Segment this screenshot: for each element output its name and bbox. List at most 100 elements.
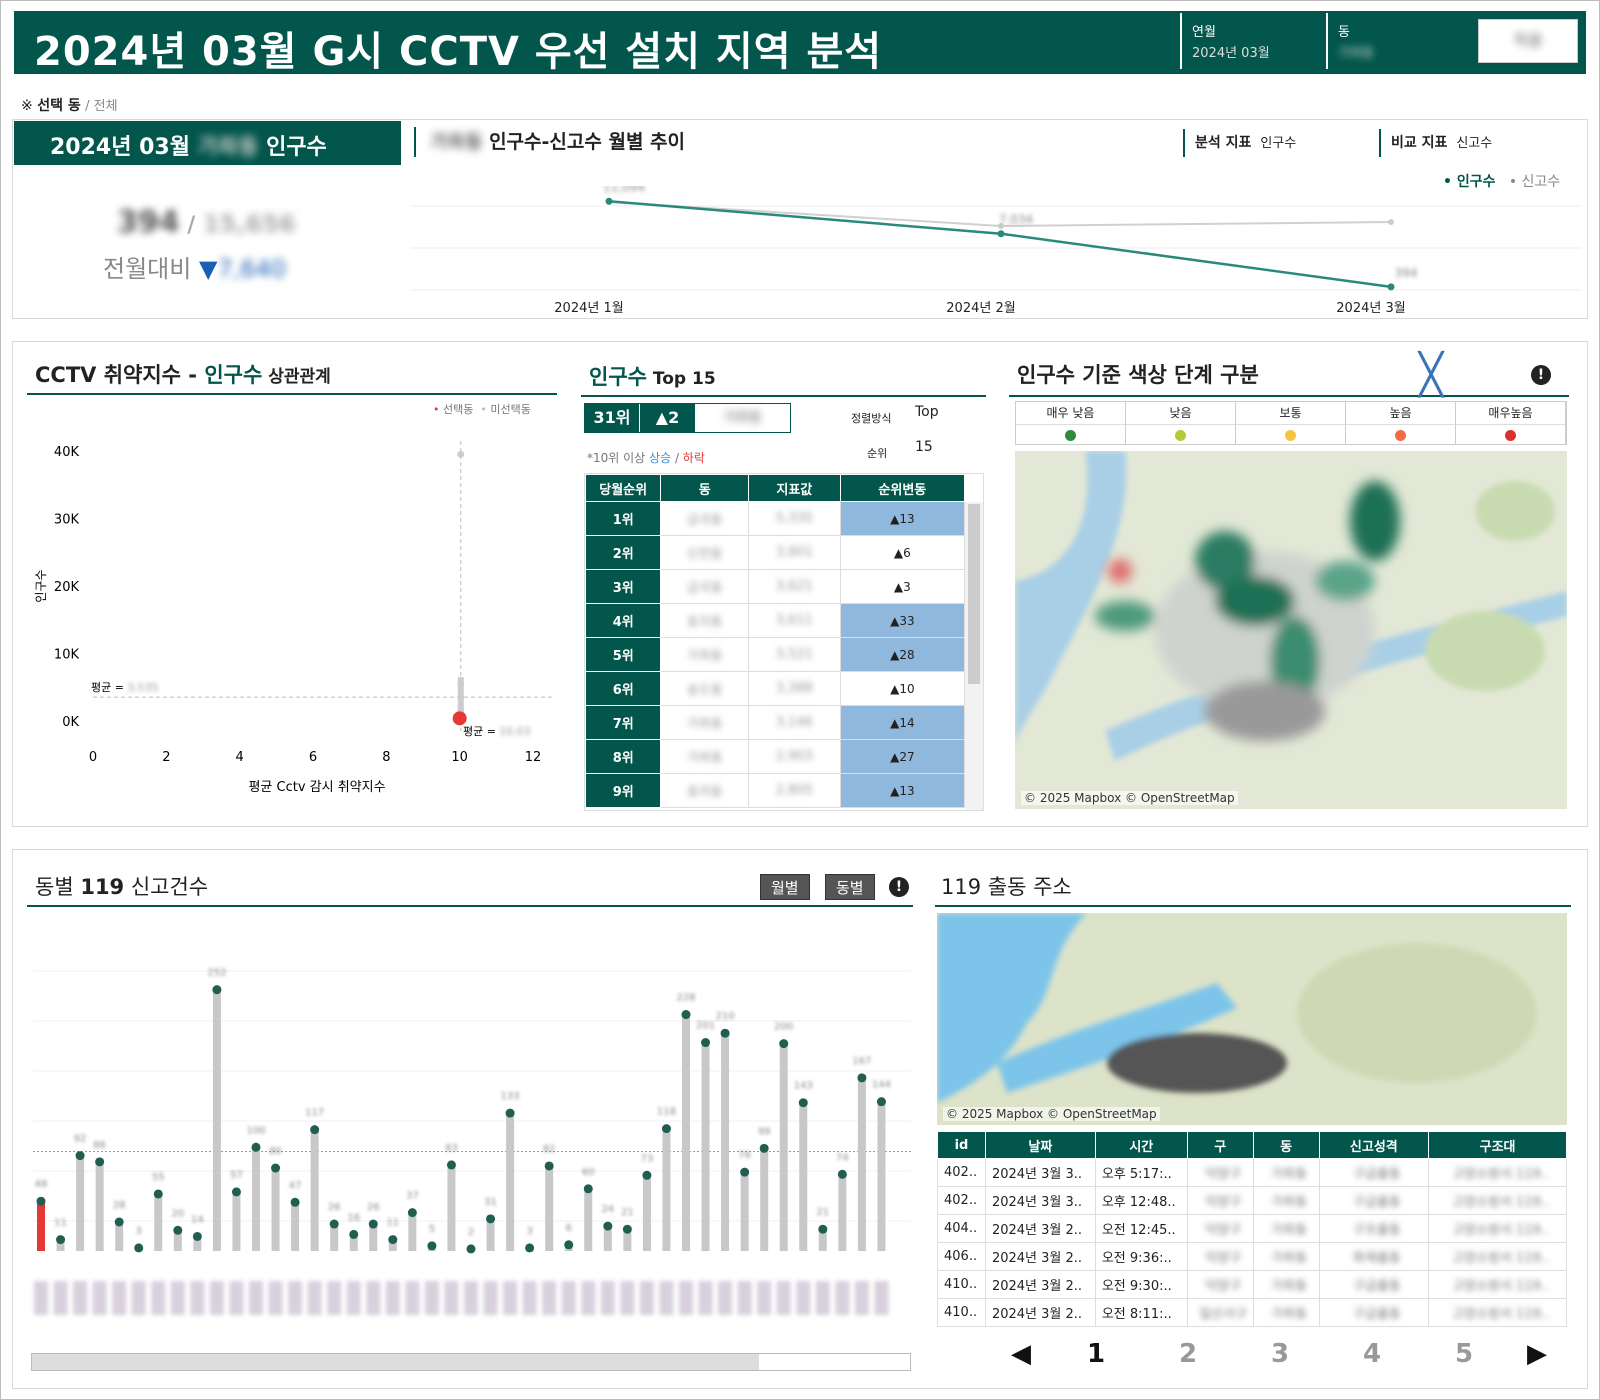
- top15-col-header[interactable]: 당월순위: [585, 474, 662, 502]
- top15-col-header[interactable]: 순위변동: [839, 474, 966, 502]
- dispatch-cell-date: 2024년 3월 3..: [984, 1158, 1096, 1187]
- level-item[interactable]: 매우 낮음: [1016, 402, 1126, 444]
- x-tick-label: 2: [162, 750, 170, 765]
- sort-value[interactable]: Top: [915, 404, 939, 420]
- monthly-button[interactable]: 월별: [760, 874, 810, 900]
- bar[interactable]: [740, 1172, 749, 1251]
- population-point[interactable]: [1387, 283, 1395, 291]
- dispatch-col-header[interactable]: 시간: [1094, 1131, 1188, 1159]
- bar-data-label: 252: [207, 968, 226, 979]
- bar-scrollbar[interactable]: [31, 1353, 911, 1371]
- bar[interactable]: [506, 1113, 515, 1251]
- bar-point: [720, 1028, 730, 1038]
- top15-cell-dong: 송도동: [660, 671, 749, 706]
- top15-row[interactable]: 3위 금곡동 3,621 ▲3: [585, 569, 966, 604]
- apply-button[interactable]: 적용: [1478, 19, 1578, 63]
- page-3-button[interactable]: 3: [1271, 1339, 1289, 1369]
- top15-row[interactable]: 4위 효자동 3,611 ▲33: [585, 603, 966, 638]
- bar[interactable]: [447, 1164, 456, 1251]
- page-2-button[interactable]: 2: [1179, 1339, 1197, 1369]
- bar[interactable]: [545, 1165, 554, 1251]
- dispatch-row[interactable]: 410.. 2024년 3월 2.. 오전 8:11:.. 일산서구 가좌동 구급출동 고양…: [937, 1298, 1567, 1327]
- dispatch-col-header[interactable]: 날짜: [984, 1131, 1096, 1159]
- bar[interactable]: [37, 1201, 45, 1251]
- analysis-metric[interactable]: 분석 지표 인구수: [1183, 129, 1296, 157]
- top15-row[interactable]: 1위 금곡동 5,335 ▲13: [585, 501, 966, 536]
- bar-point: [681, 1010, 691, 1020]
- bar[interactable]: [310, 1129, 319, 1251]
- bar[interactable]: [95, 1161, 104, 1251]
- bar[interactable]: [799, 1102, 808, 1251]
- dispatch-col-header[interactable]: 신고성격: [1318, 1131, 1430, 1159]
- bar[interactable]: [701, 1042, 710, 1251]
- bar[interactable]: [682, 1014, 690, 1251]
- bar[interactable]: [486, 1218, 495, 1251]
- top15-table-wrap[interactable]: 당월순위 동 지표값 순위변동 1위 금곡동 5,335 ▲13 2위 신천동 3,801 ▲6 3위…: [584, 473, 984, 811]
- bar[interactable]: [662, 1128, 671, 1251]
- dispatch-col-header[interactable]: 동: [1252, 1131, 1320, 1159]
- selected-point[interactable]: [452, 711, 467, 726]
- bar[interactable]: [252, 1147, 260, 1251]
- bar[interactable]: [291, 1202, 300, 1251]
- by-dong-button[interactable]: 동별: [825, 874, 875, 900]
- bar[interactable]: [212, 989, 221, 1251]
- dispatch-row[interactable]: 410.. 2024년 3월 2.. 오전 9:30:.. 덕양구 가좌동 구급출동 고양소…: [937, 1270, 1567, 1299]
- population-map[interactable]: © 2025 Mapbox © OpenStreetMap: [1015, 451, 1567, 809]
- dong-filter[interactable]: 동 가좌동: [1326, 13, 1466, 69]
- dispatch-map[interactable]: © 2025 Mapbox © OpenStreetMap: [937, 913, 1567, 1125]
- bar[interactable]: [760, 1148, 769, 1251]
- dispatch-row[interactable]: 406.. 2024년 3월 2.. 오전 9:36:.. 덕양구 가좌동 화재출동 고양소…: [937, 1242, 1567, 1271]
- dispatch-row[interactable]: 404.. 2024년 3월 2.. 오전 12:45.. 덕양구 가좌동 구조출동 고양소…: [937, 1214, 1567, 1243]
- top15-col-header[interactable]: 지표값: [748, 474, 841, 502]
- top15-row[interactable]: 2위 신천동 3,801 ▲6: [585, 535, 966, 570]
- level-item[interactable]: 높음: [1346, 402, 1456, 444]
- bar[interactable]: [642, 1175, 651, 1251]
- unselected-point[interactable]: [457, 450, 465, 458]
- bar[interactable]: [408, 1212, 417, 1251]
- top15-cell-change: ▲14: [839, 705, 966, 740]
- top15-row[interactable]: 7위 가좌동 3,146 ▲14: [585, 705, 966, 740]
- bar[interactable]: [721, 1033, 730, 1251]
- bar[interactable]: [857, 1077, 866, 1251]
- info-icon[interactable]: !: [1531, 365, 1551, 385]
- bar[interactable]: [584, 1188, 593, 1251]
- reports-point: [1388, 219, 1394, 225]
- dispatch-col-header[interactable]: 구: [1186, 1131, 1254, 1159]
- bar[interactable]: [232, 1191, 241, 1251]
- top15-col-header[interactable]: 동: [660, 474, 749, 502]
- scroll-thumb[interactable]: [32, 1354, 759, 1370]
- top15-row[interactable]: 6위 송도동 3,388 ▲10: [585, 671, 966, 706]
- top15-row[interactable]: 9위 효자동 2,805 ▲13: [585, 773, 966, 808]
- dispatch-row[interactable]: 402.. 2024년 3월 3.. 오후 12:48.. 덕양구 가좌동 구급출동 고양소…: [937, 1186, 1567, 1215]
- next-page-button[interactable]: ▶: [1527, 1339, 1547, 1369]
- top15-row[interactable]: 8위 가좌동 2,903 ▲27: [585, 739, 966, 774]
- page-1-button[interactable]: 1: [1087, 1339, 1105, 1369]
- level-item[interactable]: 보통: [1236, 402, 1346, 444]
- bar[interactable]: [154, 1193, 163, 1251]
- level-item[interactable]: 매우높음: [1456, 402, 1566, 444]
- prev-page-button[interactable]: ◀: [1011, 1339, 1031, 1369]
- dispatch-col-header[interactable]: 구조대: [1428, 1131, 1567, 1159]
- compare-metric[interactable]: 비교 지표 신고수: [1379, 129, 1492, 157]
- dispatch-col-header[interactable]: id: [937, 1131, 986, 1159]
- page-5-button[interactable]: 5: [1455, 1339, 1473, 1369]
- month-filter[interactable]: 연월 2024년 03월: [1180, 13, 1320, 69]
- bar[interactable]: [838, 1174, 847, 1251]
- page-4-button[interactable]: 4: [1363, 1339, 1381, 1369]
- bar-category-label: [424, 1281, 439, 1315]
- bar[interactable]: [271, 1168, 280, 1251]
- population-point[interactable]: [605, 197, 613, 205]
- clear-selection-icon[interactable]: ╳: [1419, 355, 1443, 395]
- bar-category-label: [542, 1281, 557, 1315]
- rank-value[interactable]: 15: [915, 439, 933, 455]
- bars-info-icon[interactable]: !: [889, 877, 909, 897]
- dispatch-row[interactable]: 402.. 2024년 3월 3.. 오후 5:17:.. 덕양구 가좌동 구급출동 고양소…: [937, 1158, 1567, 1187]
- level-item[interactable]: 낮음: [1126, 402, 1236, 444]
- bar[interactable]: [877, 1101, 886, 1251]
- top15-row[interactable]: 5위 가좌동 3,521 ▲28: [585, 637, 966, 672]
- bar[interactable]: [779, 1043, 788, 1251]
- bar[interactable]: [76, 1155, 85, 1251]
- population-point[interactable]: [997, 230, 1005, 238]
- bar-category-label: [131, 1281, 146, 1315]
- top15-scrollbar[interactable]: [965, 502, 983, 810]
